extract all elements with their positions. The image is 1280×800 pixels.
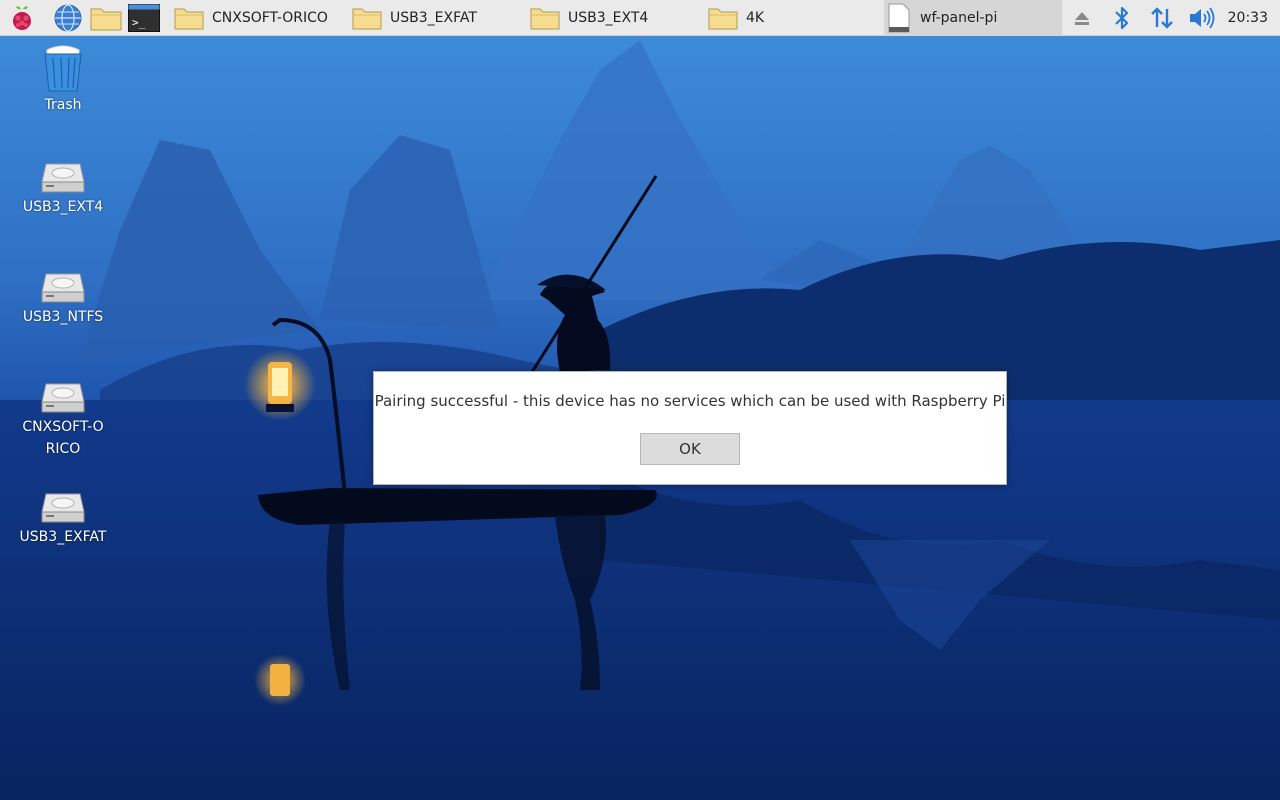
clock[interactable]: 20:33 <box>1228 0 1268 36</box>
taskbar-window-cnxsoft-orico[interactable]: CNXSOFT-ORICO <box>170 0 348 36</box>
desktop-icon-label: Trash <box>44 97 82 113</box>
bluetooth-icon[interactable] <box>1108 4 1136 32</box>
document-icon <box>888 3 910 33</box>
network-arrows-icon[interactable] <box>1148 4 1176 32</box>
taskbar-window-wf-panel-pi[interactable]: wf-panel-pi <box>884 0 1062 36</box>
taskbar-window-label: USB3_EXFAT <box>390 10 477 26</box>
taskbar-window-label: 4K <box>746 10 765 26</box>
taskbar: >_ CNXSOFT-ORICO USB3_EXFAT USB3_EXT4 4K… <box>0 0 1280 36</box>
taskbar-window-label: CNXSOFT-ORICO <box>212 10 328 26</box>
drive-icon <box>41 273 85 303</box>
eject-icon[interactable] <box>1068 4 1096 32</box>
web-browser-icon[interactable] <box>52 2 84 34</box>
taskbar-window-label: wf-panel-pi <box>920 10 998 26</box>
desktop-icon-usb3-exfat[interactable]: USB3_EXFAT <box>8 490 118 548</box>
drive-icon <box>41 383 85 413</box>
desktop-icon-usb3-ntfs[interactable]: USB3_NTFS <box>8 270 118 328</box>
folder-icon <box>352 8 382 30</box>
folder-icon <box>530 8 560 30</box>
terminal-icon[interactable]: >_ <box>128 2 160 34</box>
raspberry-menu-icon[interactable] <box>6 2 38 34</box>
folder-icon <box>708 8 738 30</box>
terminal-prompt-glyph: >_ <box>132 16 146 29</box>
volume-icon[interactable] <box>1188 4 1216 32</box>
desktop-icon-trash[interactable]: Trash <box>8 44 118 116</box>
desktop-icon-label: USB3_NTFS <box>22 309 104 325</box>
taskbar-window-usb3-ext4[interactable]: USB3_EXT4 <box>526 0 704 36</box>
desktop-icon-label: USB3_EXFAT <box>19 529 107 545</box>
pairing-dialog: Pairing successful - this device has no … <box>373 371 1007 485</box>
ok-button[interactable]: OK <box>640 433 740 465</box>
drive-icon <box>41 493 85 523</box>
taskbar-window-usb3-exfat[interactable]: USB3_EXFAT <box>348 0 526 36</box>
taskbar-window-4k[interactable]: 4K <box>704 0 882 36</box>
folder-icon <box>174 8 204 30</box>
file-manager-icon[interactable] <box>90 2 122 34</box>
dialog-message: Pairing successful - this device has no … <box>374 392 1006 410</box>
desktop-icon-cnxsoft-orico[interactable]: CNXSOFT-ORICO <box>8 380 118 460</box>
drive-icon <box>41 163 85 193</box>
trash-icon <box>44 45 82 92</box>
desktop-icon-label: CNXSOFT-ORICO <box>22 419 104 457</box>
desktop-icon-usb3-ext4[interactable]: USB3_EXT4 <box>8 160 118 218</box>
taskbar-window-label: USB3_EXT4 <box>568 10 649 26</box>
desktop-icon-label: USB3_EXT4 <box>22 199 104 215</box>
